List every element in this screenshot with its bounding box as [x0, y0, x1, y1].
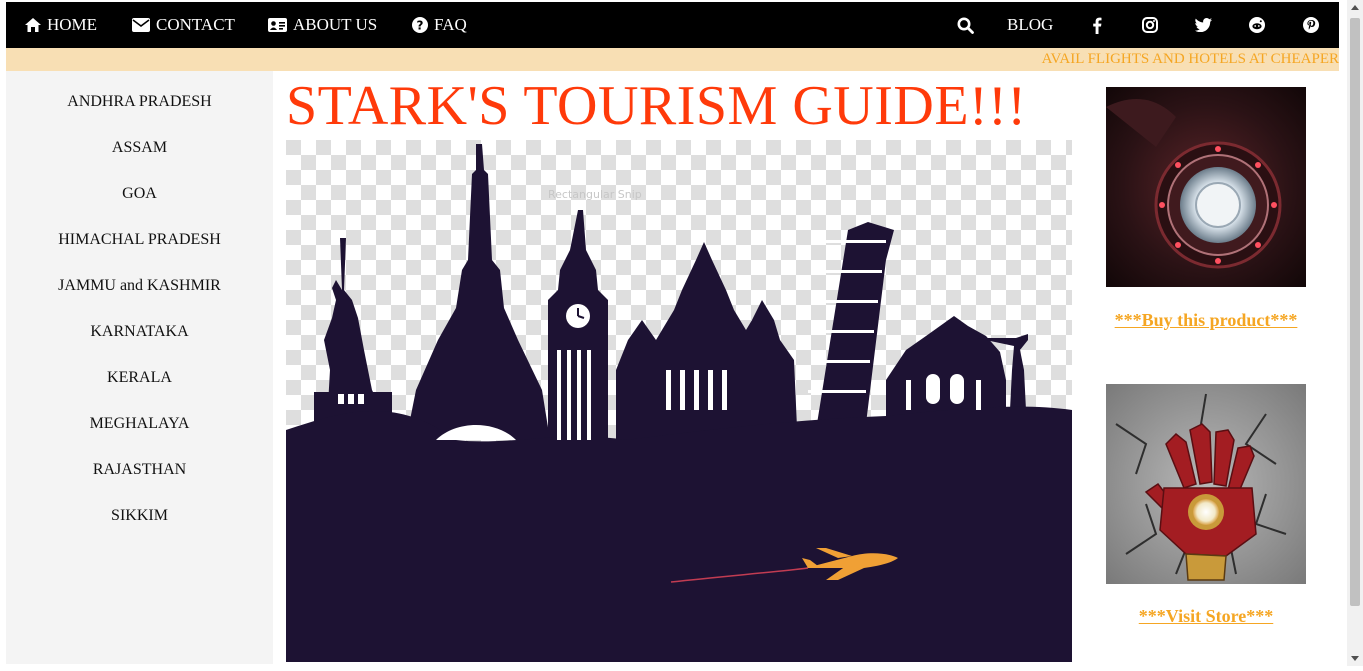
nav-about-label: ABOUT US: [293, 15, 378, 34]
nav-home-label: HOME: [47, 15, 98, 34]
reddit-icon: [1249, 17, 1265, 33]
nav-faq[interactable]: ? FAQ: [412, 2, 467, 48]
facebook-icon: [1093, 17, 1102, 34]
question-circle-icon: ?: [412, 17, 428, 33]
nav-contact[interactable]: CONTACT: [132, 2, 235, 48]
pinterest-link[interactable]: [1302, 2, 1320, 48]
top-navbar: HOME CONTACT ABOUT US ? FAQ BLOG: [6, 2, 1339, 48]
page-scrollbar[interactable]: [1347, 0, 1363, 666]
instagram-link[interactable]: [1141, 2, 1159, 48]
twitter-icon: [1194, 18, 1212, 32]
state-sidebar: ANDHRA PRADESH ASSAM GOA HIMACHAL PRADES…: [6, 71, 273, 664]
sidebar-item-meghalaya[interactable]: MEGHALAYA: [6, 415, 273, 433]
nav-home[interactable]: HOME: [25, 2, 97, 48]
hero-landmarks-image: Rectangular Snip: [286, 140, 1072, 662]
page-frame: HOME CONTACT ABOUT US ? FAQ BLOG AVAIL F…: [6, 2, 1339, 664]
pinterest-icon: [1303, 17, 1319, 33]
nav-blog-label: BLOG: [1007, 15, 1054, 34]
nav-about[interactable]: ABOUT US: [268, 2, 377, 48]
instagram-icon: [1142, 17, 1158, 33]
promo-marquee-text: AVAIL FLIGHTS AND HOTELS AT CHEAPER: [1041, 51, 1339, 67]
id-card-icon: [268, 18, 287, 32]
sidebar-item-jammu-kashmir[interactable]: JAMMU and KASHMIR: [6, 277, 273, 295]
buy-product-link[interactable]: ***Buy this product***: [1106, 310, 1306, 331]
nav-contact-label: CONTACT: [156, 15, 235, 34]
page-title: STARK'S TOURISM GUIDE!!!: [286, 75, 1027, 137]
nav-faq-label: FAQ: [434, 15, 467, 34]
twitter-link[interactable]: [1194, 2, 1212, 48]
sidebar-item-goa[interactable]: GOA: [6, 185, 273, 203]
reddit-link[interactable]: [1248, 2, 1266, 48]
sidebar-item-rajasthan[interactable]: RAJASTHAN: [6, 461, 273, 479]
promo-marquee: AVAIL FLIGHTS AND HOTELS AT CHEAPER: [6, 48, 1339, 71]
home-icon: [25, 18, 41, 32]
scrollbar-thumb[interactable]: [1350, 18, 1360, 606]
arc-reactor-product-image[interactable]: [1106, 87, 1306, 287]
sidebar-item-assam[interactable]: ASSAM: [6, 139, 273, 157]
sidebar-item-himachal-pradesh[interactable]: HIMACHAL PRADESH: [6, 231, 273, 249]
chevron-down-icon: [1351, 656, 1359, 661]
scroll-up-arrow[interactable]: [1347, 0, 1363, 16]
nav-blog[interactable]: BLOG: [1007, 2, 1053, 48]
svg-text:?: ?: [417, 19, 424, 33]
sidebar-item-andhra-pradesh[interactable]: ANDHRA PRADESH: [6, 93, 273, 111]
sidebar-item-sikkim[interactable]: SIKKIM: [6, 507, 273, 525]
scroll-down-arrow[interactable]: [1347, 650, 1363, 666]
envelope-icon: [132, 18, 150, 32]
facebook-link[interactable]: [1088, 2, 1106, 48]
snip-watermark: Rectangular Snip: [548, 188, 642, 201]
chevron-up-icon: [1351, 5, 1359, 10]
visit-store-link[interactable]: ***Visit Store***: [1106, 606, 1306, 627]
search-icon: [957, 17, 974, 34]
sidebar-item-karnataka[interactable]: KARNATAKA: [6, 323, 273, 341]
iron-hand-product-image[interactable]: [1106, 384, 1306, 584]
search-button[interactable]: [954, 2, 976, 48]
sidebar-item-kerala[interactable]: KERALA: [6, 369, 273, 387]
